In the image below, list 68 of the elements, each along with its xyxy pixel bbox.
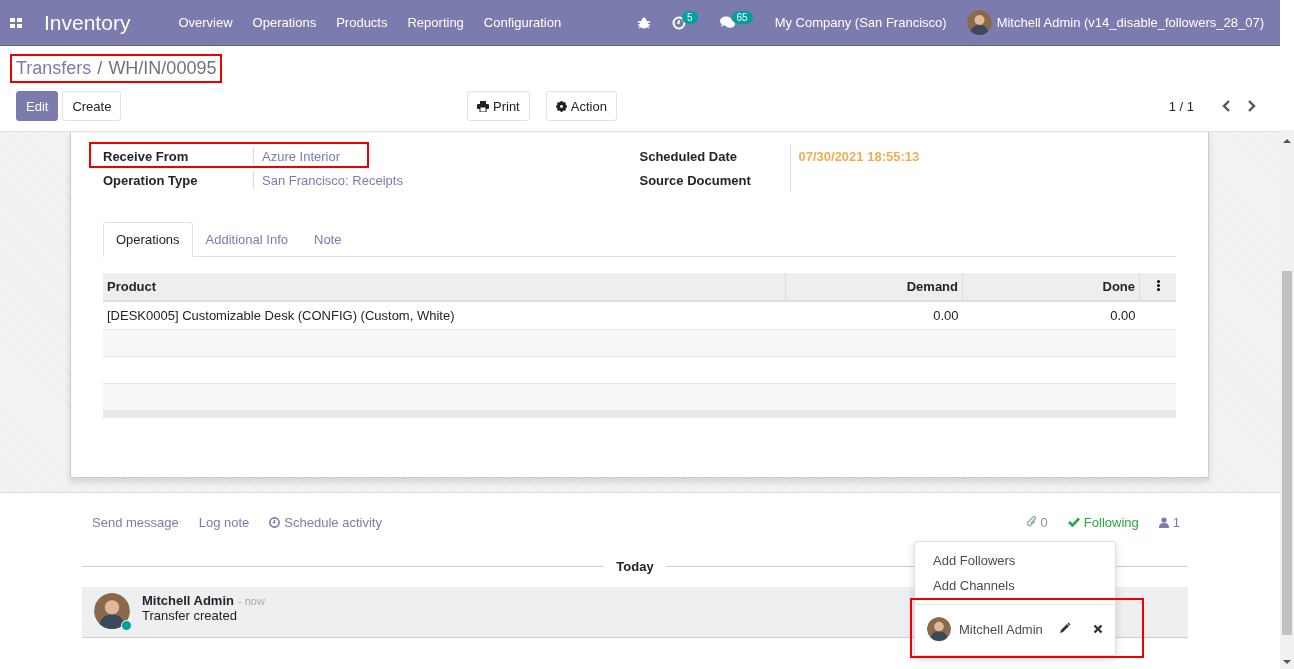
menu-item[interactable]: Operations [252, 15, 317, 30]
field-label: Operation Type [103, 170, 254, 190]
person-icon [1158, 516, 1169, 528]
message-body: Transfer created [142, 608, 238, 623]
activity-count-badge: 5 [682, 11, 698, 24]
dropdown-item[interactable]: Add Followers [915, 548, 1115, 573]
follower-name[interactable]: Mitchell Admin [959, 621, 1051, 637]
dropdown-item[interactable]: Add Channels [915, 573, 1115, 598]
action-button[interactable]: Action [545, 91, 617, 121]
field-label: Scheduled Date [639, 144, 791, 168]
followers-button[interactable]: 1 [1158, 514, 1180, 530]
close-icon[interactable] [1093, 623, 1103, 634]
user-avatar [966, 10, 992, 35]
date-separator: Today [616, 558, 654, 574]
menu-item[interactable]: Configuration [483, 15, 562, 30]
attachments-button[interactable]: 0 [1026, 514, 1048, 530]
gear-icon [555, 100, 567, 112]
chatter-action-link[interactable]: Send message [92, 514, 179, 530]
create-button[interactable]: Create [62, 91, 122, 121]
scroll-down-icon[interactable] [1283, 659, 1291, 665]
tab[interactable]: Note [301, 222, 355, 257]
field-link[interactable]: San Francisco: Receipts [254, 172, 403, 188]
user-menu[interactable]: Mitchell Admin (v14_disable_followers_28_07) [996, 15, 1264, 30]
menu-item[interactable]: Overview [178, 15, 233, 30]
schedule-activity-link[interactable]: Schedule activity [269, 514, 382, 530]
chatter-action-link[interactable]: Log note [198, 514, 250, 530]
message-count-badge: 65 [731, 11, 753, 24]
message-time: - now [237, 595, 265, 607]
tab[interactable]: Operations [103, 222, 193, 257]
company-switcher[interactable]: My Company (San Francisco) [774, 15, 947, 30]
next-icon[interactable] [1247, 100, 1256, 112]
tab[interactable]: Additional Info [192, 222, 301, 257]
pager-value: 1 / 1 [1168, 98, 1194, 114]
follower-avatar [927, 617, 951, 641]
clock-icon[interactable] [672, 15, 686, 30]
clock-icon [269, 516, 281, 528]
chat-icon[interactable] [719, 16, 736, 29]
field-label: Source Document [639, 168, 791, 192]
field-link[interactable]: Azure Interior [254, 148, 341, 164]
column-header: Done [962, 273, 1140, 301]
edit-button[interactable]: Edit [16, 91, 59, 121]
menu-item[interactable]: Reporting [407, 15, 464, 30]
pencil-icon[interactable] [1059, 621, 1071, 634]
table-cell: 0.00 [962, 301, 1140, 330]
previous-icon[interactable] [1222, 100, 1231, 112]
apps-menu-icon[interactable] [10, 17, 22, 28]
paperclip-icon [1026, 516, 1037, 528]
breadcrumb-link[interactable]: Transfers [16, 58, 92, 79]
scrollbar-thumb[interactable] [1282, 271, 1292, 635]
bug-icon[interactable] [638, 16, 650, 29]
breadcrumb-current: WH/IN/00095 [108, 58, 217, 79]
author-avatar [94, 593, 130, 629]
table-cell: 0.00 [785, 301, 963, 330]
breadcrumb-separator: / [97, 58, 103, 79]
column-header: Product [103, 273, 786, 301]
print-button[interactable]: Print [467, 91, 530, 121]
date-value: 07/30/2021 18:55:13 [797, 148, 920, 164]
options-icon[interactable] [1156, 280, 1160, 291]
column-header: Demand [785, 273, 963, 301]
table-cell: [DESK0005] Customizable Desk (CONFIG) (Custom, White) [103, 301, 786, 330]
check-icon [1067, 517, 1080, 527]
field-label: Receive From [103, 146, 254, 166]
message-author: Mitchell Admin [142, 593, 234, 608]
scroll-up-icon[interactable] [1283, 138, 1291, 144]
menu-item[interactable]: Products [336, 15, 388, 30]
printer-icon [477, 100, 489, 112]
app-name[interactable]: Inventory [44, 10, 131, 35]
following-button[interactable]: Following [1067, 514, 1139, 530]
